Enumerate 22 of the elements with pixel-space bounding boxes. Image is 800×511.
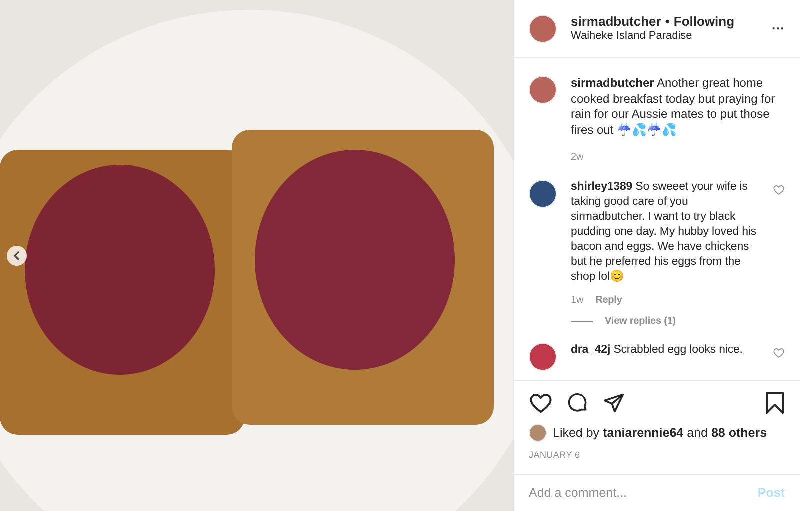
avatar[interactable] [529, 342, 557, 370]
comment-text: dra_42j Scrabbled egg looks nice. [571, 342, 744, 358]
location[interactable]: Waiheke Island Paradise [571, 30, 758, 44]
chevron-left-icon [13, 251, 21, 261]
caption-text: sirmadbutcher Another great home cooked breakfast today but praying for rain for our Aussie mates to put those fires out ☔💦☔💦 [571, 76, 776, 138]
comment-text: shirley1389 So sweeet your wife is taking good care of you sirmadbutcher. I want to try black pudding one day. My hubby loved his bacon and eggs. We have chickens but he preferred his eggs from the shop lol😊 [571, 180, 758, 284]
avatar[interactable] [529, 76, 557, 104]
likes-summary: Liked by taniarennie64 and 88 others [553, 425, 768, 442]
post-date: JANUARY 6 [529, 448, 582, 462]
time-ago: 1w [571, 294, 584, 308]
time-ago: 2w [571, 151, 585, 165]
comment-icon[interactable] [567, 392, 589, 414]
heart-icon[interactable] [529, 391, 553, 415]
separator-dot: • [665, 14, 670, 30]
bookmark-icon[interactable] [765, 392, 785, 414]
username[interactable]: sirmadbutcher [571, 14, 662, 30]
more-options-button[interactable]: ··· [772, 18, 785, 38]
avatar[interactable] [529, 180, 557, 208]
comment-input-field[interactable]: Add a comment... [529, 484, 750, 502]
send-icon[interactable] [603, 392, 625, 414]
follow-status[interactable]: Following [674, 14, 735, 30]
avatar[interactable] [529, 14, 557, 42]
